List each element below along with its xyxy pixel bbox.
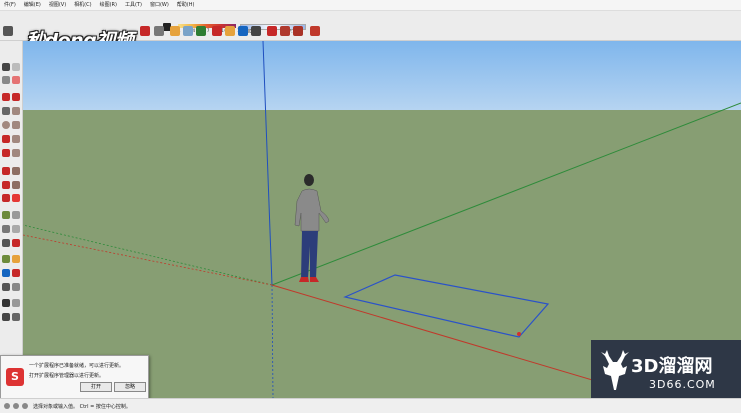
eraser-icon[interactable] xyxy=(12,76,20,84)
extension-warehouse-icon[interactable] xyxy=(280,26,290,36)
axes-icon[interactable] xyxy=(2,239,10,247)
ruby-console-icon[interactable] xyxy=(310,26,320,36)
extension-update-dialog: S 一个扩展程序已准备就绪，可以进行更新。 打开扩展程序管理器以进行更新。 打开… xyxy=(0,355,149,400)
menu-tools[interactable]: 工具(T) xyxy=(121,0,146,10)
zoom-tool-icon[interactable] xyxy=(2,269,10,277)
circle-icon[interactable] xyxy=(2,121,10,129)
position-camera-icon[interactable] xyxy=(2,299,10,307)
menu-help[interactable]: 帮助(H) xyxy=(173,0,199,10)
sketchup-logo-icon: S xyxy=(6,368,24,386)
geo-location-icon[interactable] xyxy=(4,403,10,409)
polygon-icon[interactable] xyxy=(12,121,20,129)
paint-icon[interactable] xyxy=(2,76,10,84)
scale-figure[interactable] xyxy=(294,174,330,282)
ignore-button[interactable]: 忽略 xyxy=(114,382,146,392)
blue-axis-negative xyxy=(271,284,274,398)
push-pull-icon[interactable] xyxy=(12,167,20,175)
menu-window[interactable]: 窗口(W) xyxy=(146,0,173,10)
move-icon[interactable] xyxy=(2,167,10,175)
rectangle-icon[interactable] xyxy=(2,107,10,115)
zoom-window-icon[interactable] xyxy=(12,269,20,277)
tool-palette xyxy=(0,41,23,398)
green-axis xyxy=(271,102,741,286)
open-button[interactable]: 打开 xyxy=(80,382,112,392)
orbit-icon[interactable] xyxy=(212,26,222,36)
text-icon[interactable] xyxy=(12,225,20,233)
user-icon[interactable] xyxy=(22,403,28,409)
3d-text-icon[interactable] xyxy=(12,239,20,247)
rotate-tool-icon[interactable] xyxy=(2,181,10,189)
green-axis-negative xyxy=(23,224,273,286)
brand-watermark: 3D溜溜网 3D66.COM xyxy=(591,340,741,398)
zoom-extents-tool-icon[interactable] xyxy=(2,283,10,291)
brand-domain: 3D66.COM xyxy=(649,378,716,391)
zoom-icon[interactable] xyxy=(238,26,248,36)
tape-measure-icon[interactable] xyxy=(170,26,180,36)
line-icon[interactable] xyxy=(2,93,10,101)
walk-icon[interactable] xyxy=(2,313,10,321)
look-around-icon[interactable] xyxy=(12,299,20,307)
offset-icon[interactable] xyxy=(12,194,20,202)
previous-view-icon[interactable] xyxy=(12,283,20,291)
pencil-cursor-icon xyxy=(517,332,521,336)
rotated-rectangle-icon[interactable] xyxy=(12,107,20,115)
drawn-rectangle[interactable] xyxy=(343,274,550,338)
freehand-icon[interactable] xyxy=(12,93,20,101)
orbit-tool-icon[interactable] xyxy=(2,255,10,263)
menu-camera[interactable]: 相机(C) xyxy=(70,0,95,10)
dimension-icon[interactable] xyxy=(12,211,20,219)
two-point-arc-icon[interactable] xyxy=(2,149,10,157)
scale-tool-icon[interactable] xyxy=(2,194,10,202)
protractor-tool-icon[interactable] xyxy=(2,225,10,233)
select-arrow-icon[interactable] xyxy=(3,26,13,36)
rotate-icon[interactable] xyxy=(140,26,150,36)
dialog-submessage: 打开扩展程序管理器以进行更新。 xyxy=(29,373,105,379)
menu-file[interactable]: 件(F) xyxy=(0,0,20,10)
credits-icon[interactable] xyxy=(13,403,19,409)
select-icon[interactable] xyxy=(2,63,10,71)
deer-logo-icon xyxy=(601,350,629,390)
menu-draw[interactable]: 绘图(R) xyxy=(96,0,121,10)
scale-icon[interactable] xyxy=(154,26,164,36)
status-bar: 选择对象或输入值。 Ctrl = 按住中心控制。 xyxy=(0,398,741,413)
make-component-icon[interactable] xyxy=(12,63,20,71)
warehouse-icon[interactable] xyxy=(267,26,277,36)
paint-bucket-icon[interactable] xyxy=(196,26,206,36)
dialog-message: 一个扩展程序已准备就绪，可以进行更新。 xyxy=(29,363,125,369)
follow-me-icon[interactable] xyxy=(12,181,20,189)
layout-icon[interactable] xyxy=(293,26,303,36)
red-axis-negative xyxy=(23,234,273,286)
section-plane-icon[interactable] xyxy=(12,313,20,321)
pan-tool-icon[interactable] xyxy=(12,255,20,263)
tape-icon[interactable] xyxy=(2,211,10,219)
status-message: 选择对象或输入值。 Ctrl = 按住中心控制。 xyxy=(33,404,131,410)
menu-bar: 件(F) 编辑(E) 视图(V) 相机(C) 绘图(R) 工具(T) 窗口(W)… xyxy=(0,0,741,11)
pan-icon[interactable] xyxy=(225,26,235,36)
menu-edit[interactable]: 编辑(E) xyxy=(20,0,45,10)
blue-axis xyxy=(262,41,273,286)
protractor-icon[interactable] xyxy=(183,26,193,36)
brand-name: 3D溜溜网 xyxy=(631,356,713,377)
arc-icon[interactable] xyxy=(2,135,10,143)
menu-view[interactable]: 视图(V) xyxy=(45,0,70,10)
pie-icon[interactable] xyxy=(12,135,20,143)
zoom-extents-icon[interactable] xyxy=(251,26,261,36)
three-point-arc-icon[interactable] xyxy=(12,149,20,157)
main-toolbar: 1 2 3 4 5 6 7 8 9 10 11 12 06:30 17:30 秒… xyxy=(0,11,741,52)
